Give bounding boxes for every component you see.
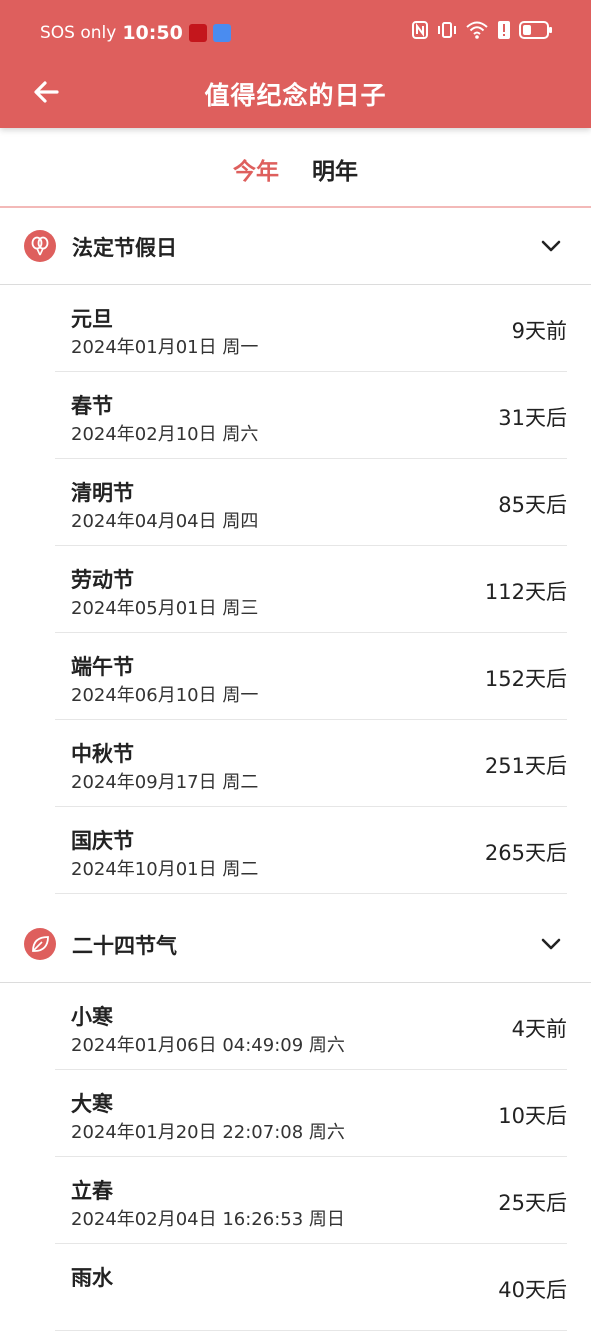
- item-name: 大寒: [71, 1092, 113, 1116]
- group-title: 法定节假日: [72, 236, 177, 260]
- list-item[interactable]: 春节 2024年02月10日 周六 31天后: [55, 372, 567, 459]
- list-item[interactable]: 清明节 2024年04月04日 周四 85天后: [55, 459, 567, 546]
- signal-alert-icon: [498, 21, 510, 39]
- app-bar: SOS only 10:50 值得纪念的日子: [0, 0, 591, 128]
- item-days: 9天前: [511, 319, 567, 343]
- balloons-icon: [24, 230, 56, 262]
- item-name: 中秋节: [71, 742, 134, 766]
- item-days: 251天后: [484, 754, 567, 778]
- chevron-down-icon[interactable]: [539, 234, 563, 258]
- clock: 10:50: [122, 22, 183, 44]
- item-date: 2024年05月01日 周三: [71, 598, 259, 619]
- status-bar: SOS only 10:50: [0, 18, 591, 48]
- days-list: 法定节假日 元旦 2024年01月01日 周一 9天前 春节 2024年02月1…: [0, 208, 591, 1331]
- item-name: 元旦: [71, 307, 113, 331]
- list-item[interactable]: 小寒 2024年01月06日 04:49:09 周六 4天前: [55, 983, 567, 1070]
- chevron-down-icon[interactable]: [539, 932, 563, 956]
- item-days: 25天后: [498, 1191, 567, 1215]
- list-item[interactable]: 劳动节 2024年05月01日 周三 112天后: [55, 546, 567, 633]
- list-item[interactable]: 元旦 2024年01月01日 周一 9天前: [55, 285, 567, 372]
- group-header-solar-terms[interactable]: 二十四节气: [0, 906, 591, 983]
- group-header-legal-holidays[interactable]: 法定节假日: [0, 208, 591, 285]
- item-days: 4天前: [511, 1017, 567, 1041]
- item-date: 2024年09月17日 周二: [71, 772, 259, 793]
- item-date: 2024年01月01日 周一: [71, 337, 259, 358]
- item-days: 112天后: [484, 580, 567, 604]
- list-item[interactable]: 立春 2024年02月04日 16:26:53 周日 25天后: [55, 1157, 567, 1244]
- item-name: 小寒: [71, 1005, 113, 1029]
- item-date: 2024年01月06日 04:49:09 周六: [71, 1035, 345, 1056]
- app-notification-icon: [188, 24, 207, 42]
- item-days: 265天后: [484, 841, 567, 865]
- item-name: 立春: [71, 1179, 113, 1203]
- carrier-text: SOS only: [40, 23, 117, 43]
- item-name: 雨水: [71, 1266, 113, 1290]
- year-tabs: 今年 明年: [0, 128, 591, 208]
- item-name: 端午节: [71, 655, 134, 679]
- item-date: 2024年02月10日 周六: [71, 424, 259, 445]
- list-item[interactable]: 中秋节 2024年09月17日 周二 251天后: [55, 720, 567, 807]
- item-name: 春节: [71, 394, 113, 418]
- list-item[interactable]: 雨水 40天后: [55, 1244, 567, 1331]
- item-date: 2024年10月01日 周二: [71, 859, 259, 880]
- message-notification-icon: [212, 24, 231, 42]
- item-days: 10天后: [498, 1104, 567, 1128]
- battery-icon: [519, 21, 552, 39]
- item-date: 2024年02月04日 16:26:53 周日: [71, 1209, 345, 1230]
- vibrate-icon: [438, 22, 456, 38]
- item-name: 清明节: [71, 481, 134, 505]
- item-date: 2024年04月04日 周四: [71, 511, 259, 532]
- item-days: 85天后: [498, 493, 567, 517]
- item-date: 2024年06月10日 周一: [71, 685, 259, 706]
- nfc-icon: [412, 21, 428, 39]
- item-days: 40天后: [498, 1278, 567, 1302]
- list-item[interactable]: 国庆节 2024年10月01日 周二 265天后: [55, 807, 567, 894]
- list-item[interactable]: 大寒 2024年01月20日 22:07:08 周六 10天后: [55, 1070, 567, 1157]
- page-title: 值得纪念的日子: [204, 81, 387, 110]
- leaf-icon: [24, 928, 56, 960]
- tab-next-year[interactable]: 明年: [312, 152, 358, 186]
- tab-this-year[interactable]: 今年: [233, 152, 279, 186]
- item-name: 劳动节: [71, 568, 134, 592]
- group-title: 二十四节气: [72, 934, 177, 958]
- item-name: 国庆节: [71, 829, 134, 853]
- item-days: 31天后: [498, 406, 567, 430]
- list-item[interactable]: 端午节 2024年06月10日 周一 152天后: [55, 633, 567, 720]
- wifi-icon: [466, 21, 488, 39]
- item-days: 152天后: [484, 667, 567, 691]
- item-date: 2024年01月20日 22:07:08 周六: [71, 1122, 345, 1143]
